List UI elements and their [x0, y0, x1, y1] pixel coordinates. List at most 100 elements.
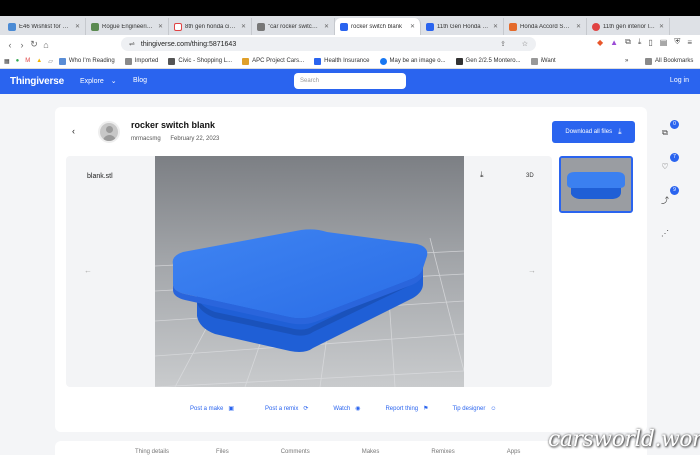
bookmark-item[interactable]: Gen 2/2.5 Montero...: [455, 57, 521, 65]
sidebar-toggle-icon[interactable]: ▯: [648, 38, 652, 47]
bookmark-item[interactable]: Health Insurance: [314, 57, 370, 65]
maps-icon[interactable]: ●: [16, 58, 20, 64]
like-count-badge: 7: [670, 153, 679, 162]
bookmark-item[interactable]: Imported: [124, 57, 158, 65]
bookmark-item[interactable]: Civic - Shopping L...: [168, 57, 232, 65]
tab-files[interactable]: Files: [216, 449, 229, 455]
thumbnail[interactable]: [559, 156, 633, 213]
eye-icon: ◉: [355, 406, 361, 412]
tab-apps[interactable]: Apps: [507, 449, 521, 455]
site-icon: [91, 22, 99, 31]
blog-link[interactable]: Blog: [133, 77, 147, 84]
bookmark-item[interactable]: iWant: [530, 57, 556, 65]
next-arrow-icon[interactable]: →: [528, 266, 536, 275]
home-icon[interactable]: ⌂: [40, 40, 52, 50]
collect-icon[interactable]: ⧉: [660, 128, 670, 138]
rewards-icon[interactable]: ▲: [610, 38, 618, 47]
bookmark-star-icon[interactable]: ☆: [522, 40, 528, 48]
all-bookmarks[interactable]: All Bookmarks: [645, 57, 693, 65]
browser-tab-strip: E46 Wishlist for Highl...✕ Rogue Enginee…: [0, 16, 700, 35]
gmail-icon[interactable]: M: [25, 58, 30, 64]
remix-count-badge: 9: [670, 186, 679, 195]
download-file-icon[interactable]: ⤓: [480, 170, 484, 180]
folder-icon: [58, 57, 66, 65]
browser-tab[interactable]: Rogue Engineering O...✕: [86, 18, 169, 35]
close-tab-icon[interactable]: ✕: [659, 23, 664, 30]
back-arrow-icon[interactable]: ‹: [4, 40, 16, 50]
bookmark-folder-icon[interactable]: ▱: [48, 58, 53, 65]
tab-comments[interactable]: Comments: [281, 449, 310, 455]
site-info-icon[interactable]: ⇌: [129, 40, 135, 48]
search-input[interactable]: Search: [294, 73, 406, 89]
bookmark-item[interactable]: May be an image o...: [379, 57, 446, 65]
bookmarks-bar: ▦ ● M ▲ ▱ Who I'm Reading Imported Civic…: [0, 54, 700, 69]
tab-makes[interactable]: Makes: [362, 449, 380, 455]
close-tab-icon[interactable]: ✕: [158, 23, 163, 30]
explore-menu[interactable]: Explore ⌄: [80, 77, 117, 85]
more-bookmarks-icon[interactable]: »: [625, 58, 628, 64]
close-tab-icon[interactable]: ✕: [576, 23, 581, 30]
previous-arrow-icon[interactable]: ←: [84, 266, 92, 275]
browser-tab-active[interactable]: rocker switch blank ✕: [335, 18, 421, 35]
close-tab-icon[interactable]: ✕: [493, 23, 498, 30]
menu-icon[interactable]: ≡: [687, 38, 692, 47]
remix-icon[interactable]: ⤴: [660, 195, 670, 206]
drive-icon[interactable]: ▲: [36, 58, 42, 64]
facebook-icon: [379, 57, 387, 65]
bottom-tabs: Thing details Files Comments Makes Remix…: [135, 449, 520, 455]
thing-meta: mrmacsmg February 22, 2023: [131, 136, 227, 142]
avatar[interactable]: [98, 121, 120, 143]
apps-grid-icon[interactable]: ▦: [4, 58, 10, 65]
share-icon[interactable]: ⇪: [500, 40, 506, 48]
like-heart-icon[interactable]: ♡: [660, 162, 670, 171]
watch-button[interactable]: Watch ◉: [333, 405, 361, 413]
thingiverse-icon: [426, 22, 434, 31]
post-make-button[interactable]: Post a make ▣: [190, 405, 235, 413]
browser-tab[interactable]: 11th Gen Honda Civic...✕: [421, 18, 504, 35]
url-field[interactable]: ⇌ thingiverse.com/thing:5871643 ⇪ ☆: [121, 37, 536, 51]
download-all-button[interactable]: Download all files ⤓: [552, 121, 635, 143]
tip-designer-button[interactable]: Tip designer ☺: [453, 405, 497, 412]
url-text: thingiverse.com/thing:5871643: [140, 40, 237, 48]
flag-icon: ⚑: [423, 406, 429, 412]
bookmark-item[interactable]: APC Project Cars...: [242, 57, 304, 65]
thing-actions: Post a make ▣ Post a remix ⟳ Watch ◉ Report…: [190, 405, 497, 413]
download-icon[interactable]: ⤓: [638, 37, 642, 47]
login-link[interactable]: Log in: [670, 77, 689, 84]
brave-icon[interactable]: ◆: [597, 38, 603, 47]
site-icon: [314, 57, 322, 65]
author-link[interactable]: mrmacsmg: [131, 136, 161, 142]
vpn-icon[interactable]: ⛨: [674, 37, 680, 47]
bookmark-item[interactable]: Who I'm Reading: [58, 57, 115, 65]
tab-thing-details[interactable]: Thing details: [135, 449, 169, 455]
close-tab-icon[interactable]: ✕: [410, 23, 415, 30]
forward-arrow-icon[interactable]: ›: [16, 40, 28, 50]
thingiverse-logo[interactable]: Thingiverse: [10, 76, 64, 87]
wallet-icon[interactable]: ▤: [660, 38, 668, 47]
close-tab-icon[interactable]: ✕: [241, 23, 246, 30]
site-icon: [509, 22, 517, 31]
extensions-icon[interactable]: ⧉: [625, 37, 631, 47]
close-tab-icon[interactable]: ✕: [75, 23, 80, 30]
close-tab-icon[interactable]: ✕: [324, 23, 329, 30]
make-icon: ▣: [228, 406, 235, 412]
model-render[interactable]: [155, 156, 464, 387]
browser-tab[interactable]: "car rocker switch bla...✕: [252, 18, 335, 35]
reload-icon[interactable]: ↻: [28, 39, 40, 50]
browser-tab[interactable]: Honda Accord Switc... ✕: [504, 18, 587, 35]
post-remix-button[interactable]: Post a remix ⟳: [265, 405, 308, 413]
view-3d-button[interactable]: 3D: [526, 173, 534, 179]
google-icon: [174, 22, 182, 31]
file-name: blank.stl: [87, 173, 113, 180]
browser-tab[interactable]: 11th gen interior la sc...✕: [587, 18, 670, 35]
share-icon[interactable]: ⋰: [660, 229, 670, 238]
site-icon: [455, 57, 463, 65]
report-thing-button[interactable]: Report thing ⚑: [385, 405, 429, 413]
browser-tab[interactable]: E46 Wishlist for Highl...✕: [3, 18, 86, 35]
smile-icon: ☺: [490, 405, 497, 412]
address-bar-row: ‹ › ↻ ⌂ ⇌ thingiverse.com/thing:5871643 …: [0, 35, 700, 54]
back-chevron-icon[interactable]: ‹: [72, 126, 75, 136]
site-navbar: Thingiverse Explore ⌄ Blog Search Log in: [0, 69, 700, 94]
tab-remixes[interactable]: Remixes: [431, 449, 454, 455]
browser-tab[interactable]: 8th gen honda civic c...✕: [169, 18, 252, 35]
